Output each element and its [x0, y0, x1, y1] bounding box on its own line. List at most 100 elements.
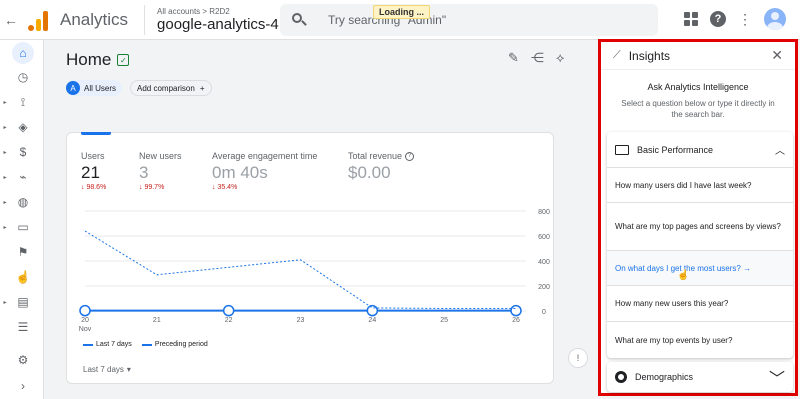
search-icon: [290, 11, 308, 29]
help-icon[interactable]: ?: [710, 11, 726, 27]
account-selector[interactable]: All accounts > R2D2 google-analytics-4 ▼: [144, 4, 292, 35]
wand-icon: ⌁: [19, 170, 27, 184]
metric-value: 3: [139, 163, 149, 182]
data-point: [222, 304, 235, 317]
nav-collapse[interactable]: ›: [0, 375, 44, 397]
expand-arrow-icon: ▸: [3, 149, 7, 156]
panel-header: ⟋ Insights ✕: [601, 42, 795, 70]
account-breadcrumb: All accounts > R2D2: [157, 6, 230, 16]
dashed-line-swatch: [141, 343, 152, 346]
page-title: Home: [66, 50, 112, 69]
metric-new-users[interactable]: New users 3 ↓ 99.7%: [139, 151, 182, 191]
date-range-selector[interactable]: Last 7 days ▾: [83, 365, 131, 374]
y-tick-label: 0: [542, 309, 546, 316]
close-icon[interactable]: ✕: [771, 47, 783, 64]
ask-title: Ask Analytics Intelligence: [647, 82, 749, 92]
y-tick-label: 400: [538, 259, 550, 266]
caret-down-icon: ▾: [126, 365, 131, 374]
apps-grid-icon[interactable]: [684, 12, 698, 26]
nav-flag[interactable]: ⚑: [0, 241, 44, 263]
nav-engagement[interactable]: ▸ ⌁: [0, 166, 44, 188]
metric-value: 21: [81, 163, 100, 182]
legend-item-previous: Preceding period: [141, 341, 208, 348]
search-bar[interactable]: Try searching "Admin": [280, 4, 658, 36]
x-tick-label: 23: [297, 317, 305, 324]
data-point: [366, 304, 379, 317]
section-title: Basic Performance: [637, 144, 714, 155]
flag-icon: ⚑: [17, 245, 29, 259]
home-icon: ⌂: [12, 42, 34, 64]
chart-legend: Last 7 days Preceding period: [83, 341, 208, 348]
report-icon: ▤: [17, 295, 29, 309]
insights-sparkle-icon[interactable]: ⟡: [556, 50, 565, 66]
help-circle-icon[interactable]: ?: [405, 151, 415, 161]
all-users-chip[interactable]: A All Users: [66, 80, 123, 96]
nav-tags[interactable]: ▸ ◈: [0, 116, 44, 138]
metric-label: Users: [81, 151, 105, 161]
metric-engagement-time[interactable]: Average engagement time 0m 40s ↓ 35.4%: [212, 151, 317, 191]
nav-realtime[interactable]: ◷: [0, 66, 44, 88]
metric-label: New users: [139, 151, 182, 161]
active-tab-indicator: [81, 132, 111, 135]
metric-label: Total revenue: [348, 151, 403, 161]
solid-line-swatch: [83, 343, 93, 346]
devices-icon: [615, 144, 629, 155]
nav-explore[interactable]: ▸ ⟟: [0, 91, 44, 113]
analytics-logo: [28, 9, 50, 31]
nav-tech[interactable]: ▸ ▭: [0, 216, 44, 238]
nav-monetization[interactable]: ▸ $: [0, 141, 44, 163]
share-icon[interactable]: ⋲: [531, 50, 544, 66]
data-point: [510, 304, 522, 317]
metric-label: Average engagement time: [212, 151, 318, 161]
verified-check-icon: ✓: [117, 54, 130, 66]
nav-settings[interactable]: ⚙: [0, 349, 44, 371]
preceding-period-line: [84, 230, 516, 309]
panel-title: Insights: [628, 48, 671, 63]
more-vert-icon[interactable]: ⋮: [738, 12, 752, 26]
question-item[interactable]: How many new users this year?: [607, 286, 793, 322]
nav-user[interactable]: ☝: [0, 266, 44, 288]
loading-indicator: Loading ...: [373, 5, 430, 19]
section-title: Demographics: [635, 372, 694, 382]
plus-icon: +: [199, 83, 205, 93]
expand-arrow-icon: ▸: [3, 124, 7, 131]
globe-icon: ◍: [17, 195, 29, 209]
metric-total-revenue[interactable]: Total revenue? $0.00: [348, 151, 415, 183]
section-header[interactable]: Basic Performance ︿: [607, 132, 793, 168]
legend-item-current: Last 7 days: [83, 341, 132, 348]
y-tick-label: 600: [538, 234, 550, 241]
all-users-label: All Users: [84, 83, 117, 93]
nav-reports[interactable]: ▸ ▤: [0, 291, 44, 313]
feedback-button[interactable]: !: [568, 348, 588, 368]
basic-performance-section: Basic Performance ︿ How many users did I…: [607, 132, 793, 358]
list-icon: ☰: [17, 320, 29, 334]
expand-arrow-icon: ▸: [3, 224, 7, 231]
expand-arrow-icon: ▸: [3, 99, 7, 106]
edit-icon[interactable]: ✎: [508, 50, 519, 66]
expand-arrow-icon: ▸: [3, 299, 7, 306]
data-point: [79, 304, 91, 317]
y-tick-label: 200: [538, 284, 550, 291]
clock-icon: ◷: [17, 70, 29, 84]
x-tick-label: 24: [368, 317, 376, 324]
globe-icon: [615, 371, 627, 383]
nav-configure[interactable]: ☰: [0, 316, 44, 338]
users-initial-badge: A: [66, 81, 80, 95]
y-tick-label: 800: [538, 209, 550, 216]
question-item[interactable]: On what days I get the most users? →: [607, 251, 793, 286]
avatar[interactable]: [764, 8, 786, 30]
add-comparison-button[interactable]: Add comparison +: [130, 80, 212, 96]
property-name: google-analytics-4: [157, 15, 279, 33]
feedback-icon: !: [576, 353, 580, 363]
metric-change: ↓ 35.4%: [212, 184, 238, 191]
metric-change: ↓ 99.7%: [139, 184, 165, 191]
back-arrow-icon[interactable]: ←: [0, 0, 22, 40]
add-comparison-label: Add comparison: [137, 83, 195, 93]
question-item[interactable]: What are my top pages and screens by vie…: [607, 203, 793, 251]
question-item[interactable]: How many users did I have last week?: [607, 168, 793, 203]
nav-home[interactable]: ⌂: [0, 42, 44, 64]
question-item[interactable]: What are my top events by user?: [607, 322, 793, 358]
metric-users[interactable]: Users 21 ↓ 98.6%: [81, 151, 106, 191]
nav-acquisition[interactable]: ▸ ◍: [0, 191, 44, 213]
demographics-section[interactable]: Demographics ﹀: [607, 362, 793, 392]
